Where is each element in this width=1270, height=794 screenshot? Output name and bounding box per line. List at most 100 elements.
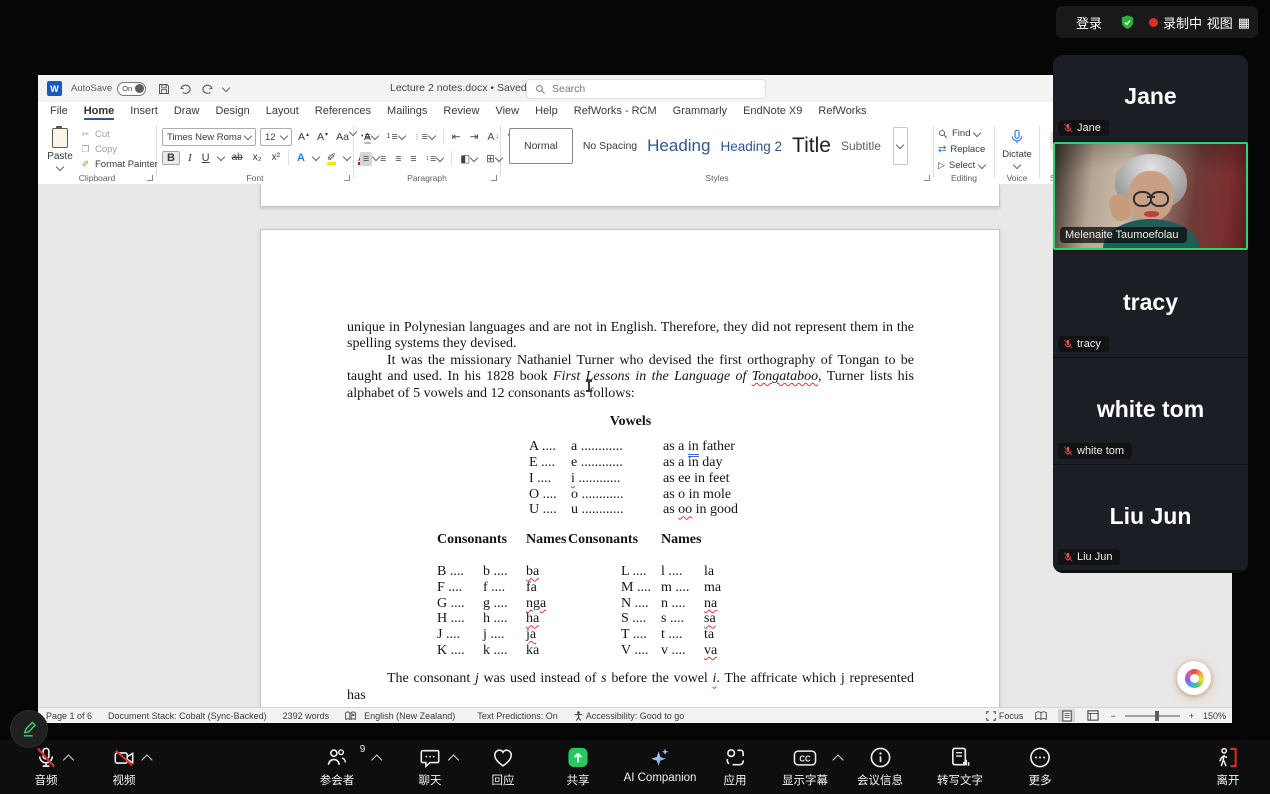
language-indicator[interactable]: English (New Zealand) <box>364 711 455 721</box>
grow-font-button[interactable]: A▴ <box>296 130 311 144</box>
styles-dialog-launcher-icon[interactable] <box>924 175 930 181</box>
chat-button[interactable]: 聊天 <box>419 744 442 788</box>
captions-button[interactable]: CC 显示字幕 <box>782 744 828 788</box>
strikethrough-button[interactable]: ab <box>230 152 245 163</box>
meeting-info-button[interactable]: 会议信息 <box>857 744 903 788</box>
bold-button[interactable]: B <box>162 151 180 165</box>
audio-options-chevron-icon[interactable] <box>63 754 74 765</box>
increase-indent-button[interactable]: ⇥ <box>469 130 480 144</box>
copy-button[interactable]: ❐Copy <box>80 144 158 155</box>
superscript-button[interactable]: x² <box>270 152 282 163</box>
paste-button[interactable]: Paste <box>45 128 75 173</box>
zoom-in-button[interactable]: + <box>1189 711 1194 721</box>
underline-button[interactable]: U <box>200 152 212 164</box>
video-options-chevron-icon[interactable] <box>141 754 152 765</box>
style-no-spacing[interactable]: No Spacing <box>583 140 637 152</box>
style-heading2[interactable]: Heading 2 <box>720 139 782 154</box>
encryption-shield-icon[interactable] <box>1119 14 1136 31</box>
tab-refworks-rcm[interactable]: RefWorks - RCM <box>574 102 657 117</box>
undo-icon[interactable] <box>179 83 192 95</box>
share-screen-button[interactable]: 共享 <box>567 744 590 788</box>
tab-mailings[interactable]: Mailings <box>387 102 427 117</box>
web-layout-button[interactable] <box>1084 709 1101 722</box>
font-name-combo[interactable]: Times New Roman <box>162 128 256 146</box>
participant-tile-liu-jun[interactable]: Liu Jun Liu Jun <box>1053 465 1248 570</box>
tab-endnote[interactable]: EndNote X9 <box>743 102 802 117</box>
leave-button[interactable]: 离开 <box>1216 744 1241 788</box>
clipboard-dialog-launcher-icon[interactable] <box>147 175 153 181</box>
line-spacing-button[interactable]: ↕≡ <box>425 152 445 166</box>
highlight-chevron-icon[interactable] <box>343 152 351 160</box>
proofing-status[interactable] <box>345 711 356 721</box>
more-button[interactable]: 更多 <box>1029 744 1052 788</box>
redo-icon[interactable] <box>201 83 214 95</box>
numbering-button[interactable]: 1≡ <box>386 130 406 144</box>
paste-chevron-icon[interactable] <box>56 163 64 171</box>
style-heading1[interactable]: Heading <box>647 136 710 156</box>
accessibility-status[interactable]: Accessibility: Good to go <box>574 711 685 721</box>
font-size-combo[interactable]: 12 <box>260 128 292 146</box>
sort-button[interactable]: A↓ <box>486 130 500 144</box>
participant-tile-tracy[interactable]: tracy tracy <box>1053 251 1248 357</box>
participants-button[interactable]: 9 参会者 <box>320 744 355 788</box>
paragraph-dialog-launcher-icon[interactable] <box>491 175 497 181</box>
tab-help[interactable]: Help <box>535 102 558 117</box>
tab-draw[interactable]: Draw <box>174 102 200 117</box>
tab-home[interactable]: Home <box>84 102 115 120</box>
copilot-floating-button[interactable] <box>1177 661 1211 695</box>
tab-file[interactable]: File <box>50 102 68 117</box>
text-effects-chevron-icon[interactable] <box>312 152 320 160</box>
tab-review[interactable]: Review <box>443 102 479 117</box>
tab-layout[interactable]: Layout <box>266 102 299 117</box>
annotation-pencil-button[interactable] <box>11 711 47 747</box>
font-dialog-launcher-icon[interactable] <box>344 175 350 181</box>
audio-button[interactable]: 音频 <box>35 744 58 788</box>
subscript-button[interactable]: x₂ <box>251 152 264 163</box>
style-subtitle[interactable]: Subtitle <box>841 139 881 153</box>
read-mode-button[interactable] <box>1032 709 1049 722</box>
tab-design[interactable]: Design <box>215 102 249 117</box>
apps-button[interactable]: 应用 <box>724 744 747 788</box>
cut-button[interactable]: ✂Cut <box>80 129 158 140</box>
autosave-toggle[interactable]: On <box>117 82 146 96</box>
text-effects-button[interactable]: A <box>295 152 307 164</box>
shrink-font-button[interactable]: A▾ <box>315 130 330 144</box>
text-predictions-indicator[interactable]: Text Predictions: On <box>477 711 558 721</box>
chat-options-chevron-icon[interactable] <box>448 754 459 765</box>
document-stack-indicator[interactable]: Document Stack: Cobalt (Sync-Backed) <box>108 711 267 721</box>
reactions-button[interactable]: 回应 <box>492 744 515 788</box>
page-2[interactable]: unique in Polynesian languages and are n… <box>260 229 1000 707</box>
align-left-button[interactable]: ≡ <box>360 152 372 166</box>
style-title[interactable]: Title <box>792 134 831 158</box>
shading-button[interactable]: ◧ <box>459 152 478 166</box>
justify-button[interactable]: ≡ <box>409 152 417 166</box>
underline-chevron-icon[interactable] <box>216 152 224 160</box>
print-layout-button[interactable] <box>1058 709 1075 722</box>
format-painter-button[interactable]: ✐Format Painter <box>80 159 158 170</box>
save-icon[interactable] <box>158 83 170 95</box>
focus-mode-button[interactable]: Focus <box>986 711 1024 721</box>
page-1-bottom-edge[interactable] <box>260 184 1000 207</box>
customize-qat-icon[interactable] <box>222 83 230 91</box>
transcript-button[interactable]: 转写文字 <box>937 744 983 788</box>
view-button[interactable]: 视图 ▦ <box>1207 13 1250 32</box>
highlight-button[interactable]: ✐ <box>325 151 338 164</box>
document-title[interactable]: Lecture 2 notes.docx • Saved <box>390 82 538 94</box>
zoom-slider-thumb[interactable] <box>1155 711 1159 721</box>
search-input[interactable]: Search <box>526 79 766 99</box>
participant-tile-jane[interactable]: Jane Jane <box>1053 55 1248 141</box>
select-button[interactable]: ▷ Select <box>938 160 985 171</box>
italic-button[interactable]: I <box>186 152 194 164</box>
participant-tile-white-tom[interactable]: white tom white tom <box>1053 358 1248 464</box>
tab-view[interactable]: View <box>495 102 519 117</box>
word-count[interactable]: 2392 words <box>283 711 330 721</box>
video-button[interactable]: 视频 <box>112 744 136 788</box>
find-button[interactable]: Find <box>938 128 980 139</box>
align-center-button[interactable]: ≡ <box>379 152 387 166</box>
replace-button[interactable]: ⇄ Replace <box>938 144 985 155</box>
zoom-out-button[interactable]: − <box>1110 711 1115 721</box>
tab-grammarly[interactable]: Grammarly <box>673 102 727 117</box>
bullets-button[interactable]: •≡ <box>360 130 379 144</box>
zoom-slider[interactable] <box>1125 715 1180 717</box>
style-normal[interactable]: Normal <box>509 128 573 164</box>
